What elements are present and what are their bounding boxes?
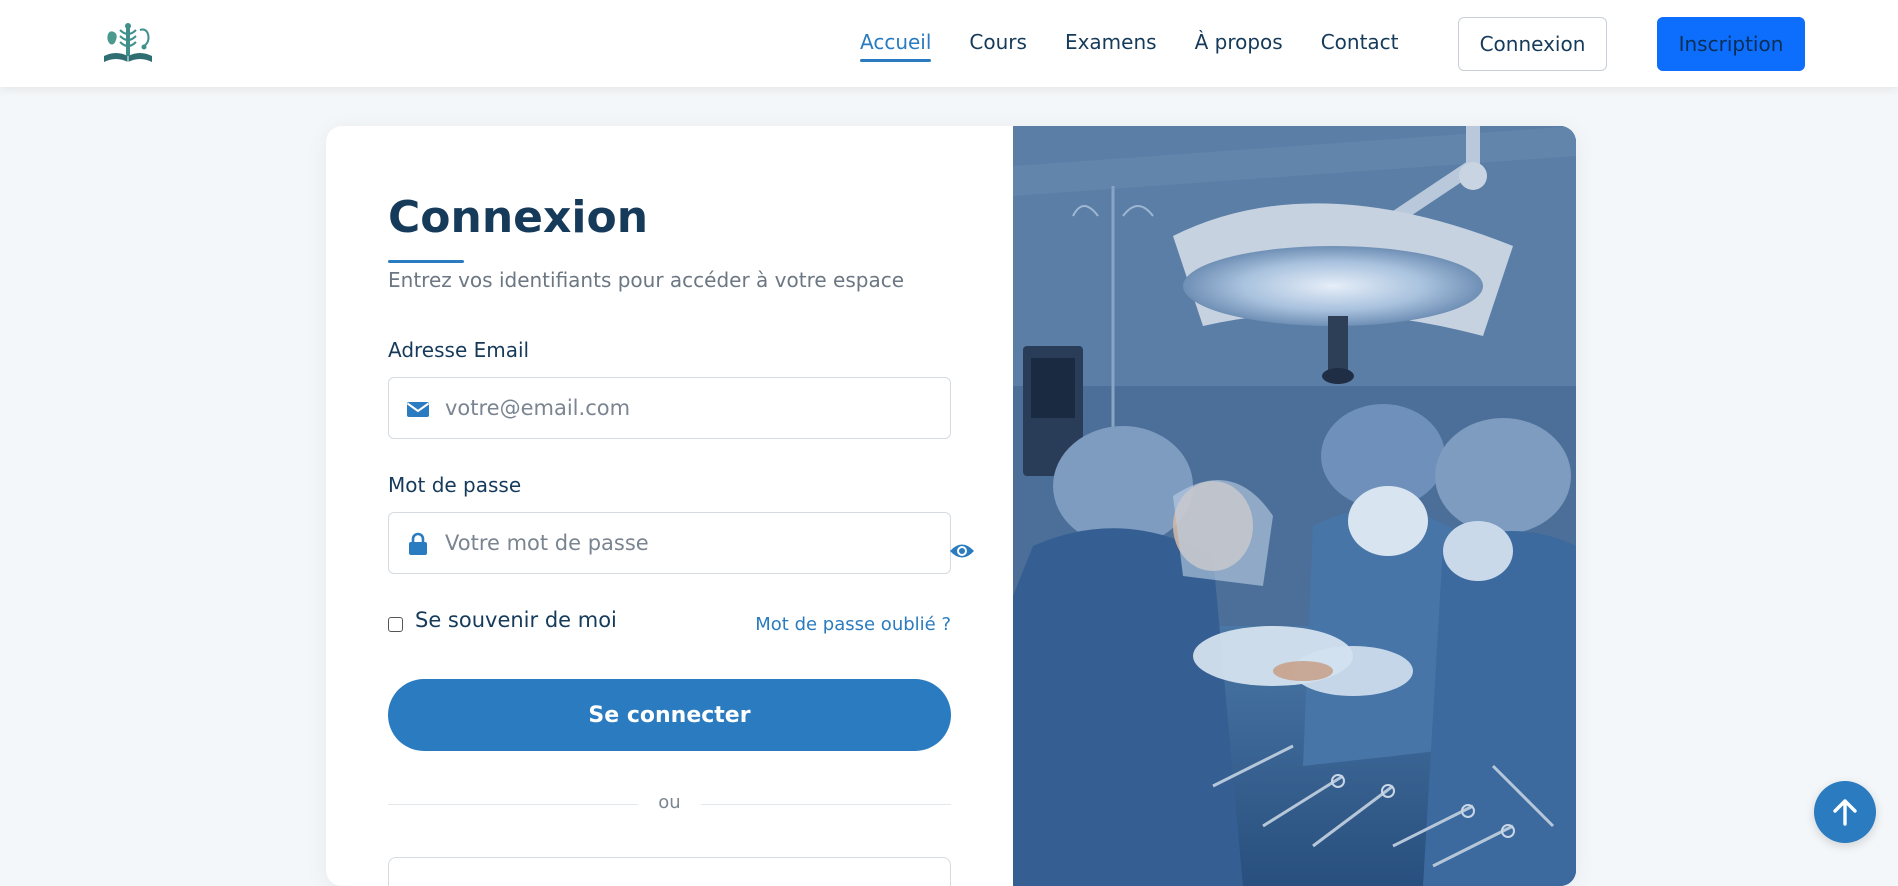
password-label: Mot de passe	[388, 473, 522, 497]
logo-icon[interactable]	[100, 20, 156, 66]
remember-label[interactable]: Se souvenir de moi	[415, 608, 617, 632]
nav-links: Accueil Cours Examens À propos Contact	[860, 0, 1399, 87]
submit-button[interactable]: Se connecter	[388, 679, 951, 751]
lock-icon	[406, 532, 430, 556]
eye-icon[interactable]	[949, 541, 975, 561]
forgot-password-link[interactable]: Mot de passe oublié ?	[755, 614, 951, 635]
login-card: Connexion Entrez vos identifiants pour a…	[326, 126, 1576, 886]
login-form: Connexion Entrez vos identifiants pour a…	[326, 126, 1013, 886]
navbar: Accueil Cours Examens À propos Contact C…	[0, 0, 1898, 87]
page-subtitle: Entrez vos identifiants pour accéder à v…	[388, 268, 904, 292]
nav-link-a-propos[interactable]: À propos	[1195, 30, 1283, 58]
nav-link-cours[interactable]: Cours	[969, 30, 1027, 58]
remember-checkbox[interactable]	[388, 616, 403, 632]
title-underline	[388, 260, 464, 263]
email-input[interactable]	[445, 378, 940, 438]
email-label: Adresse Email	[388, 338, 530, 362]
page-title: Connexion	[388, 192, 649, 243]
nav-link-examens[interactable]: Examens	[1065, 30, 1157, 58]
alternative-login-button[interactable]	[388, 857, 951, 886]
password-field-wrapper	[388, 512, 951, 574]
divider-text: ou	[658, 792, 681, 813]
email-field-wrapper	[388, 377, 951, 439]
surgery-illustration	[1013, 126, 1576, 886]
arrow-up-icon	[1833, 799, 1857, 826]
envelope-icon	[406, 397, 430, 421]
remember-me: Se souvenir de moi	[388, 608, 617, 632]
nav-login-button[interactable]: Connexion	[1458, 17, 1607, 71]
divider-line-right	[701, 804, 951, 805]
nav-link-accueil[interactable]: Accueil	[860, 30, 932, 62]
nav-signup-button[interactable]: Inscription	[1657, 17, 1805, 71]
nav-link-contact[interactable]: Contact	[1321, 30, 1399, 58]
password-input[interactable]	[445, 513, 940, 573]
surgery-photo	[1013, 126, 1576, 886]
scroll-to-top-button[interactable]	[1814, 781, 1876, 843]
